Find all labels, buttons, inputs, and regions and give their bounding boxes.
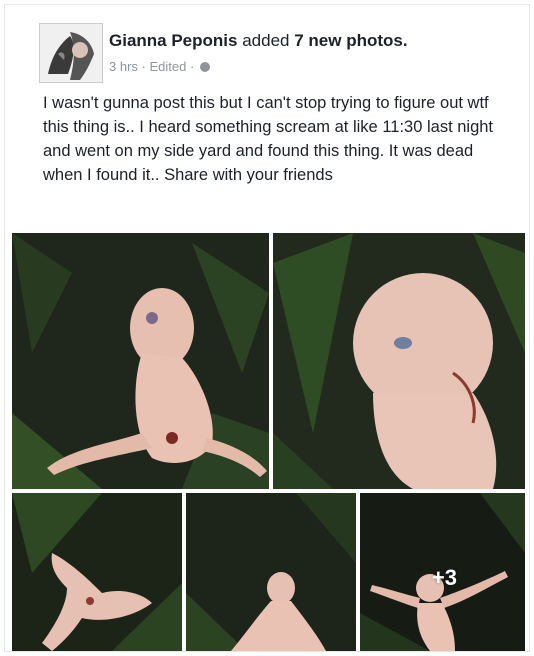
author-name-link[interactable]: Gianna Peponis: [109, 31, 237, 50]
post-meta: 3 hrs · Edited ·: [109, 59, 210, 74]
post-photo-5-more[interactable]: +3: [360, 493, 525, 651]
post-photo-3[interactable]: [12, 493, 182, 651]
post-photo-1[interactable]: [12, 233, 269, 489]
photo-count-link[interactable]: 7 new photos.: [294, 31, 407, 50]
post-body: I wasn't gunna post this but I can't sto…: [43, 94, 494, 184]
author-avatar[interactable]: [39, 23, 103, 83]
globe-icon[interactable]: [199, 62, 210, 72]
facebook-post-card: Gianna Peponis added 7 new photos. 3 hrs…: [4, 4, 530, 652]
post-timestamp[interactable]: 3 hrs: [109, 59, 138, 74]
post-action-text: added: [242, 31, 290, 50]
edited-label[interactable]: Edited: [150, 59, 187, 74]
post-header: Gianna Peponis added 7 new photos.: [109, 31, 408, 51]
post-photo-4[interactable]: [186, 493, 356, 651]
meta-separator: ·: [141, 59, 146, 74]
meta-separator-2: ·: [190, 59, 195, 74]
post-photo-2[interactable]: [273, 233, 525, 489]
